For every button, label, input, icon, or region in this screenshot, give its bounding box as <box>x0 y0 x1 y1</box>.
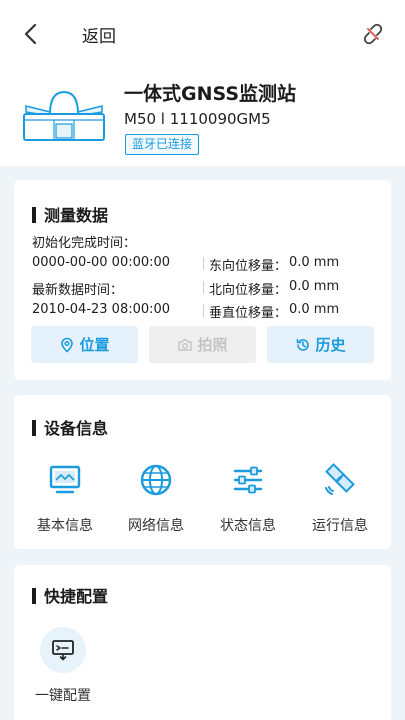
basic-info-item[interactable]: 基本信息 <box>25 463 105 534</box>
title-bar <box>32 420 36 436</box>
back-label[interactable]: 返回 <box>82 22 116 47</box>
north-displacement-value: 0.0 mm <box>289 279 340 294</box>
title-bar <box>32 207 36 223</box>
separator <box>203 257 204 270</box>
satellite-icon <box>325 463 355 495</box>
unlink-icon <box>363 23 383 45</box>
device-info-title-text: 设备信息 <box>44 419 109 438</box>
separator <box>203 304 204 317</box>
east-displacement-value: 0.0 mm <box>289 255 340 270</box>
disconnect-button[interactable] <box>359 20 387 48</box>
latest-time-label: 最新数据时间： <box>32 283 124 298</box>
history-clock-icon <box>297 338 310 351</box>
measurement-title-text: 测量数据 <box>44 206 109 225</box>
device-header: 一体式GNSS监测站 M50 l 1110090GM5 蓝牙已连接 <box>0 66 405 166</box>
location-button[interactable]: 位置 <box>31 326 138 363</box>
status-info-label: 状态信息 <box>220 518 276 534</box>
vertical-displacement-label: 垂直位移量： <box>209 306 288 321</box>
one-click-config-icon <box>52 640 74 661</box>
network-info-item[interactable]: 网络信息 <box>116 463 196 534</box>
quick-config-title-text: 快捷配置 <box>44 587 109 606</box>
device-name: 一体式GNSS监测站 <box>124 83 297 105</box>
runtime-info-item[interactable]: 运行信息 <box>300 463 380 534</box>
globe-icon <box>140 464 172 496</box>
one-click-config-item[interactable]: 一键配置 <box>28 627 98 707</box>
photo-button-label: 拍照 <box>197 336 228 354</box>
bluetooth-status-badge: 蓝牙已连接 <box>125 134 200 155</box>
device-info-title: 设备信息 <box>32 415 108 439</box>
one-click-config-icon-bg <box>40 627 86 673</box>
location-pin-icon <box>61 337 74 353</box>
location-button-label: 位置 <box>79 336 110 354</box>
network-info-label: 网络信息 <box>128 518 184 534</box>
runtime-info-label: 运行信息 <box>312 518 368 534</box>
quick-config-card: 快捷配置 一键配置 <box>14 565 391 720</box>
camera-icon <box>178 338 193 351</box>
top-bar: 返回 <box>0 0 405 66</box>
photo-button[interactable]: 拍照 <box>149 326 256 363</box>
monitor-icon <box>49 465 81 494</box>
latest-time-value: 2010-04-23 08:00:00 <box>32 302 171 317</box>
east-displacement-label: 东向位移量： <box>209 259 288 274</box>
chevron-left-icon <box>24 23 37 45</box>
north-displacement-label: 北向位移量： <box>209 283 288 298</box>
history-button[interactable]: 历史 <box>267 326 374 363</box>
measurement-card: 测量数据 初始化完成时间： 0000-00-00 00:00:00 最新数据时间… <box>14 180 391 380</box>
vertical-displacement-value: 0.0 mm <box>289 302 340 317</box>
one-click-config-label: 一键配置 <box>35 688 91 704</box>
history-button-label: 历史 <box>315 336 346 354</box>
device-info-card: 设备信息 基本信息 网络信息 状态信息 运行信息 <box>14 395 391 549</box>
gnss-device-image <box>20 86 108 146</box>
quick-config-title: 快捷配置 <box>32 583 108 607</box>
status-info-item[interactable]: 状态信息 <box>208 463 288 534</box>
sliders-icon <box>233 466 263 494</box>
device-model: M50 l 1110090GM5 <box>124 110 271 128</box>
measurement-title: 测量数据 <box>32 202 108 226</box>
title-bar <box>32 588 36 604</box>
separator <box>203 281 204 294</box>
init-time-value: 0000-00-00 00:00:00 <box>32 255 171 270</box>
init-time-label: 初始化完成时间： <box>32 236 137 251</box>
back-button[interactable] <box>18 20 46 48</box>
basic-info-label: 基本信息 <box>37 518 93 534</box>
